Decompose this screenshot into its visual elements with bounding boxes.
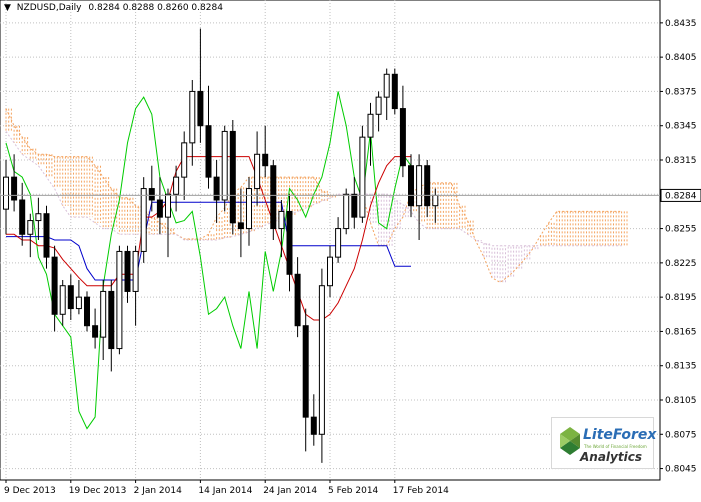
y-tick-label: 0.8105: [665, 396, 697, 406]
candle-body-bear: [11, 176, 18, 201]
x-tick-label: 19 Dec 2013: [69, 486, 127, 496]
candle-body-bull: [383, 73, 390, 98]
candle-body-bear: [148, 188, 155, 201]
x-tick-label: 24 Jan 2014: [263, 486, 317, 496]
y-tick-label: 0.8405: [665, 53, 697, 63]
candle-body-bull: [181, 142, 188, 178]
x-tick-label: 9 Dec 2013: [4, 486, 56, 496]
y-tick-label: 0.8345: [665, 122, 697, 132]
candle-body-bull: [359, 136, 366, 218]
y-tick-label: 0.8195: [665, 293, 697, 303]
y-tick-label: 0.8045: [665, 465, 697, 475]
candle-body-bull: [375, 96, 382, 115]
candle-body-bull: [318, 285, 325, 435]
y-tick-label: 0.8165: [665, 327, 697, 337]
candle-body-bear: [197, 90, 204, 127]
liteforex-logo: LiteForex The World of Financial Freedom…: [551, 417, 657, 469]
candle: [229, 120, 236, 235]
candle-body-bull: [59, 285, 66, 315]
candle-body-bear: [408, 165, 414, 207]
candle-body-bear: [213, 176, 220, 201]
candle-body-bear: [286, 210, 293, 275]
current-price-label: 0.8284: [665, 191, 697, 201]
dropdown-triangle-icon[interactable]: ▼: [4, 3, 11, 13]
candle-body-bear: [424, 165, 431, 207]
candle-body-bull: [35, 213, 42, 222]
candle-body-bear: [156, 199, 163, 218]
candle-body-bull: [335, 228, 342, 258]
candle-body-bear: [51, 256, 58, 315]
candle-body-bull: [221, 130, 228, 201]
candle-body-bull: [254, 153, 261, 190]
candle-body-bear: [262, 153, 269, 167]
candle-body-bear: [237, 222, 244, 230]
candle: [84, 291, 90, 332]
ohlc-values: 0.8284 0.8288 0.8260 0.8284: [88, 3, 223, 13]
candle: [221, 125, 228, 212]
candle-body-bear: [67, 285, 74, 310]
candle-body-bull: [75, 296, 82, 310]
candle-body-bull: [343, 193, 350, 230]
candle-body-bull: [367, 113, 374, 138]
logo-tagline: The World of Financial Freedom: [584, 444, 647, 449]
x-axis: 9 Dec 2013 19 Dec 2013 2 Jan 2014 14 Jan 20…: [4, 480, 449, 496]
chart-window: 0.84350.84050.83750.83450.83150.82850.82…: [0, 0, 701, 502]
candle-body-bear: [124, 250, 131, 292]
candle-body-bear: [92, 325, 99, 338]
candle-body-bull: [327, 256, 333, 287]
candle-body-bull: [278, 210, 285, 230]
candle: [318, 268, 325, 463]
y-tick-label: 0.8075: [665, 430, 697, 440]
symbol-label: NZDUSD,Daily: [16, 3, 82, 13]
y-tick-label: 0.8375: [665, 87, 697, 97]
candle-body-bear: [310, 416, 317, 435]
chart-header: ▼ NZDUSD,Daily 0.8284 0.8288 0.8260 0.82…: [4, 3, 223, 13]
candle-body-bear: [399, 108, 406, 167]
x-tick-label: 5 Feb 2014: [328, 486, 379, 496]
candle-body-bear: [84, 296, 90, 327]
candle-body-bear: [205, 125, 212, 178]
candle-body-bull: [132, 250, 139, 292]
candle-body-bull: [432, 194, 439, 207]
candle-body-bull: [165, 193, 171, 218]
candle-body-bear: [294, 273, 301, 327]
y-tick-label: 0.8255: [665, 225, 697, 235]
candle-body-bear: [302, 325, 309, 418]
y-axis: 0.84350.84050.83750.83450.83150.82850.82…: [660, 19, 697, 475]
candle-body-bear: [391, 73, 398, 110]
candle-body-bear: [351, 193, 358, 218]
candle-body-bull: [140, 188, 147, 252]
candle: [391, 68, 398, 115]
candle-body-bear: [43, 213, 50, 258]
y-tick-label: 0.8135: [665, 362, 697, 372]
candle-body-bull: [3, 176, 9, 210]
candle: [116, 245, 123, 355]
candle-body-bull: [189, 90, 196, 144]
logo-name: LiteForex: [583, 427, 657, 443]
candle-body-bull: [246, 188, 252, 230]
x-tick-label: 14 Jan 2014: [198, 486, 252, 496]
x-tick-label: 17 Feb 2014: [393, 486, 449, 496]
logo-sub: Analytics: [580, 450, 642, 464]
candle-body-bear: [270, 165, 277, 230]
candle-body-bear: [229, 130, 236, 224]
candle: [359, 125, 366, 223]
y-tick-label: 0.8435: [665, 19, 697, 29]
candle: [270, 160, 277, 240]
candle-body-bear: [108, 290, 115, 350]
candle-body-bull: [416, 165, 423, 207]
candle-body-bull: [116, 250, 123, 350]
candle-body-bear: [19, 199, 26, 235]
candle-body-bull: [100, 290, 107, 338]
candle: [140, 177, 147, 263]
y-tick-label: 0.8225: [665, 259, 697, 269]
x-tick-label: 2 Jan 2014: [134, 486, 182, 496]
candle-body-bull: [27, 220, 34, 235]
candle-body-bull: [173, 176, 180, 195]
y-tick-label: 0.8315: [665, 156, 697, 166]
